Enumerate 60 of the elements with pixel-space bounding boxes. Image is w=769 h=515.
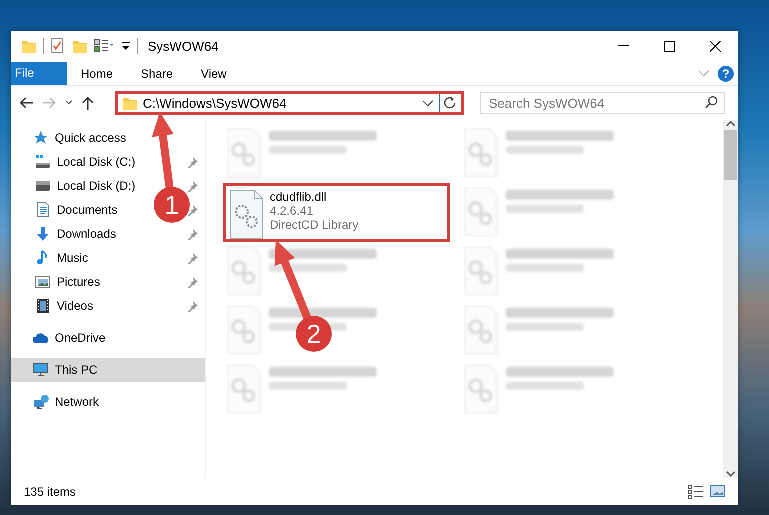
help-button[interactable]: ? bbox=[718, 66, 734, 82]
dll-file-icon bbox=[230, 190, 264, 240]
drive-icon bbox=[35, 178, 51, 194]
pin-icon[interactable] bbox=[187, 300, 199, 312]
file-name: cdudflib.dll bbox=[270, 190, 328, 204]
step-number: 2 bbox=[306, 319, 322, 349]
download-arrow-icon bbox=[35, 226, 51, 242]
item-count: 135 items bbox=[24, 484, 76, 498]
monitor-icon bbox=[33, 362, 49, 378]
file-description: 4.2.6.41 bbox=[270, 204, 314, 218]
picture-icon bbox=[35, 274, 51, 290]
large-icons-view-icon[interactable] bbox=[710, 484, 726, 500]
step-badge bbox=[296, 316, 332, 352]
scroll-up-icon[interactable] bbox=[726, 120, 736, 128]
file-menu-tab[interactable]: File bbox=[11, 62, 67, 85]
film-icon bbox=[35, 298, 51, 314]
refresh-icon bbox=[444, 97, 457, 109]
file-description: DirectCD Library bbox=[270, 218, 359, 232]
sidebar-item[interactable]: Network bbox=[11, 390, 205, 414]
sidebar-item[interactable]: Videos bbox=[11, 294, 205, 318]
view-list-icon[interactable] bbox=[94, 38, 115, 54]
sidebar-item[interactable]: Downloads bbox=[11, 222, 205, 246]
pin-icon[interactable] bbox=[187, 180, 199, 192]
maximize-icon bbox=[664, 40, 674, 52]
selected-file-item[interactable]: cdudflib.dll 4.2.6.41 DirectCD Library bbox=[223, 183, 450, 242]
sidebar-item[interactable]: Pictures bbox=[11, 270, 205, 294]
pin-icon[interactable] bbox=[187, 252, 199, 264]
sidebar-item[interactable]: Music bbox=[11, 246, 205, 270]
network-icon bbox=[33, 394, 49, 410]
close-icon bbox=[710, 40, 720, 52]
address-bar[interactable]: C:\Windows\SysWOW64 bbox=[115, 91, 464, 115]
window-title: SysWOW64 bbox=[148, 38, 219, 54]
drive-icon bbox=[35, 154, 51, 170]
search-icon[interactable] bbox=[705, 96, 718, 109]
sidebar-item[interactable]: This PC bbox=[11, 358, 205, 382]
step-number: 1 bbox=[164, 190, 180, 220]
chevron-down-icon[interactable] bbox=[422, 100, 434, 106]
star-icon bbox=[33, 130, 49, 146]
document-icon bbox=[35, 202, 51, 218]
pin-icon[interactable] bbox=[187, 228, 199, 240]
search-field[interactable]: Search SysWOW64 bbox=[480, 92, 725, 114]
folder-icon bbox=[122, 95, 138, 111]
dropdown-caret-icon[interactable] bbox=[121, 40, 131, 52]
sidebar-item[interactable]: Quick access bbox=[11, 126, 205, 150]
ribbon-tab[interactable]: Home bbox=[67, 62, 128, 85]
scrollbar-thumb[interactable] bbox=[724, 130, 737, 180]
scroll-down-icon[interactable] bbox=[726, 470, 736, 478]
back-arrow-icon[interactable] bbox=[19, 96, 34, 110]
pin-icon[interactable] bbox=[187, 204, 199, 216]
ribbon-tab[interactable]: View bbox=[187, 62, 241, 85]
up-arrow-icon[interactable] bbox=[81, 96, 95, 110]
pin-icon[interactable] bbox=[187, 156, 199, 168]
chevron-down-icon[interactable] bbox=[65, 100, 73, 106]
folder-icon bbox=[21, 38, 37, 54]
step-badge bbox=[154, 187, 190, 223]
sidebar-item[interactable]: OneDrive bbox=[11, 326, 205, 350]
properties-icon[interactable] bbox=[50, 38, 66, 54]
details-view-icon[interactable] bbox=[688, 484, 704, 500]
ribbon-tab[interactable]: Share bbox=[127, 62, 188, 85]
pin-icon[interactable] bbox=[187, 276, 199, 288]
